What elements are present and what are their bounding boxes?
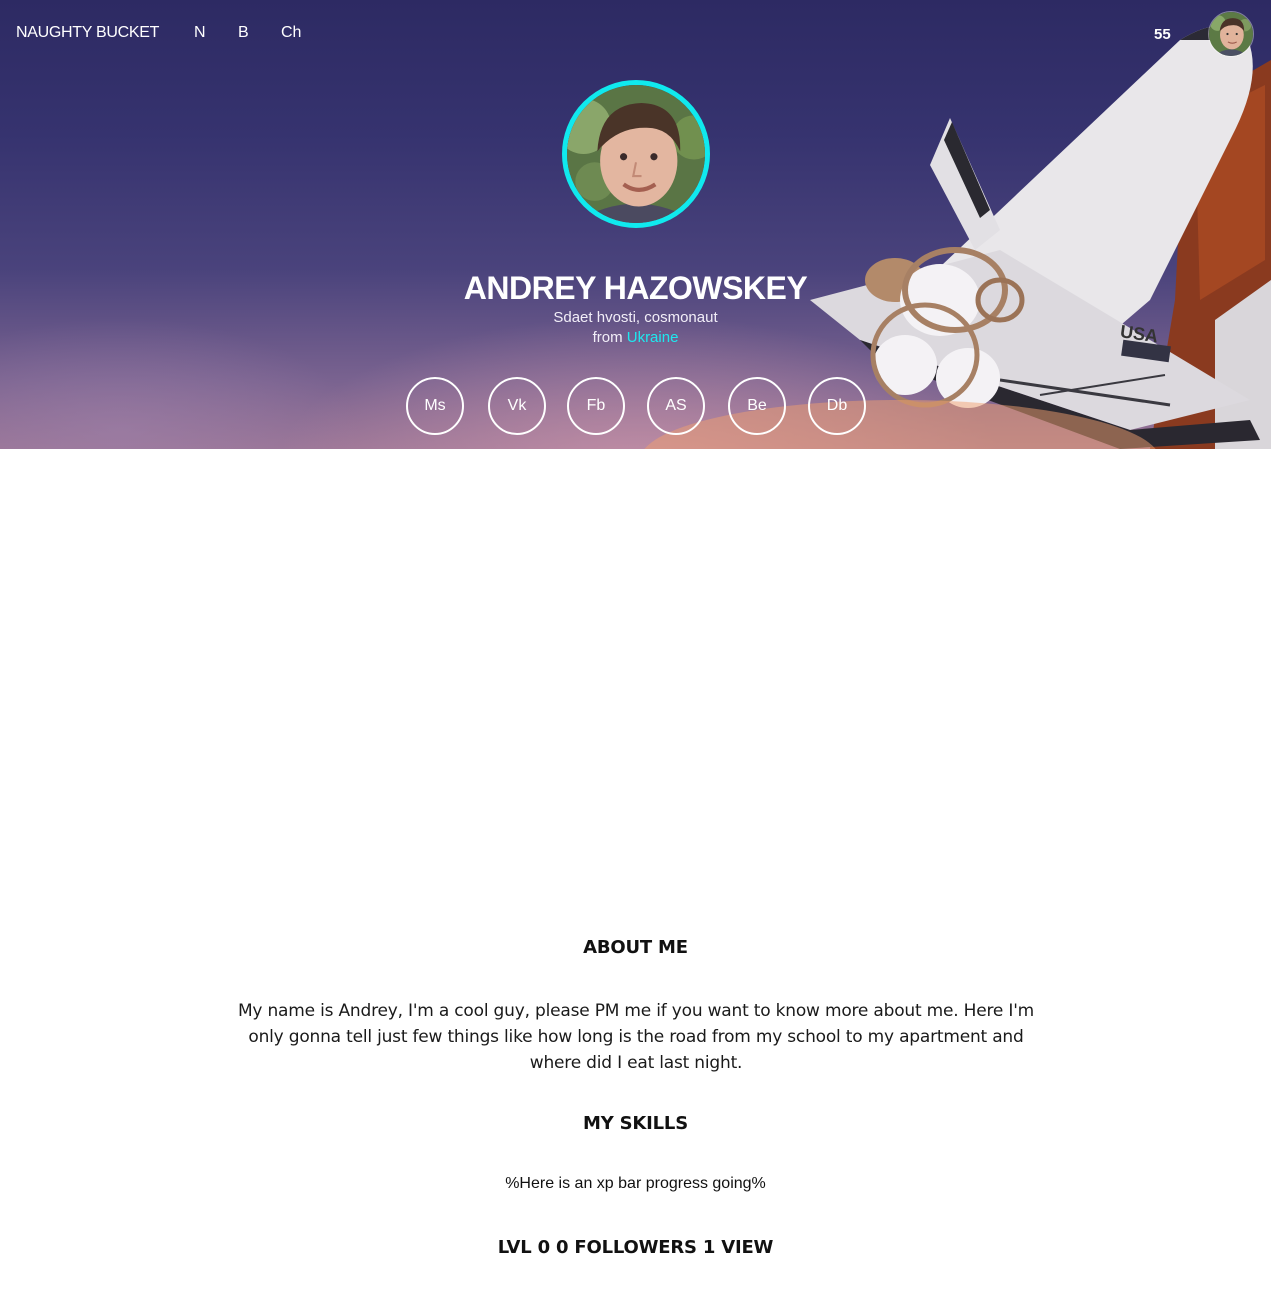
profile-name: ANDREY HAZOWSKEY — [463, 270, 808, 306]
social-link-fb[interactable]: Fb — [567, 377, 625, 435]
profile-avatar — [562, 80, 710, 228]
top-navigation: NAUGHTY BUCKET N B Ch 55 — [0, 0, 1271, 68]
nav-link-b[interactable]: B — [238, 24, 249, 42]
social-link-as[interactable]: AS — [647, 377, 705, 435]
profile-header: USA NAUGHTY BUCKET N B Ch 55 ANDREY HAZO… — [0, 0, 1271, 449]
profile-stats: LVL 0 0 FOLLOWERS 1 VIEW — [497, 1237, 774, 1258]
profile-location: from Ukraine — [0, 329, 1271, 346]
about-text: My name is Andrey, I'm a cool guy, pleas… — [237, 1001, 1035, 1073]
brand-link[interactable]: NAUGHTY BUCKET — [16, 24, 159, 42]
country-link[interactable]: Ukraine — [627, 329, 679, 346]
social-link-vk[interactable]: Vk — [488, 377, 546, 435]
about-title: ABOUT ME — [583, 937, 688, 958]
location-label: from — [592, 329, 623, 346]
user-avatar-image — [1209, 12, 1253, 56]
user-avatar[interactable] — [1208, 11, 1254, 57]
notification-count[interactable]: 55 — [1154, 26, 1171, 43]
nav-link-ch[interactable]: Ch — [281, 24, 301, 42]
social-link-ms[interactable]: Ms — [406, 377, 464, 435]
profile-subtitle: Sdaet hvosti, cosmonaut — [553, 309, 718, 326]
social-link-be[interactable]: Be — [728, 377, 786, 435]
xp-progress-text: %Here is an xp bar progress going% — [505, 1175, 766, 1192]
nav-link-n[interactable]: N — [194, 24, 206, 42]
profile-photo — [567, 85, 705, 223]
skills-title: MY SKILLS — [583, 1113, 688, 1134]
social-link-db[interactable]: Db — [808, 377, 866, 435]
